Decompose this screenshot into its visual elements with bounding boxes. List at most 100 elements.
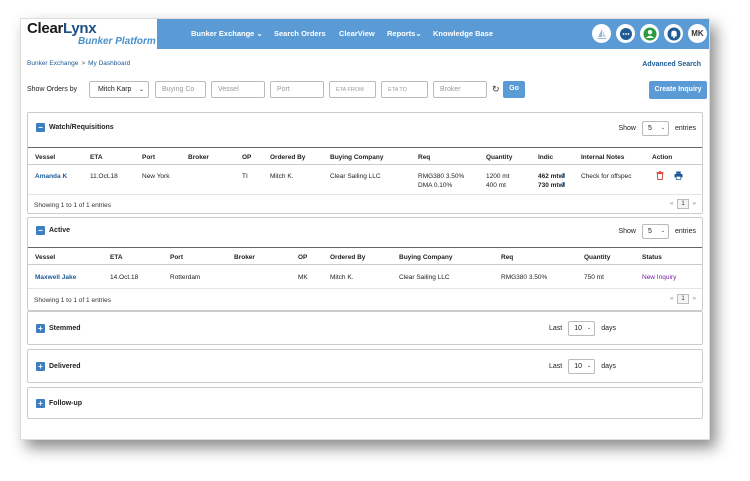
ordered-by-cell: Mitch K. bbox=[270, 173, 294, 180]
column-header[interactable]: OP bbox=[242, 154, 251, 161]
advanced-search-link[interactable]: Advanced Search bbox=[642, 61, 701, 68]
breadcrumb-current: My Dashboard bbox=[88, 60, 131, 67]
panel-title[interactable]: Stemmed bbox=[49, 325, 81, 332]
user-avatar[interactable]: MK bbox=[688, 24, 707, 43]
column-header[interactable]: Broker bbox=[188, 154, 209, 161]
panel-title[interactable]: Delivered bbox=[49, 363, 81, 370]
quantity-cell: 750 mt bbox=[584, 274, 604, 281]
column-header[interactable]: Internal Notes bbox=[581, 154, 624, 161]
status-badge[interactable]: New Inquiry bbox=[642, 273, 676, 282]
expand-icon[interactable]: + bbox=[36, 362, 45, 371]
quantity-cell: 1200 mt bbox=[486, 173, 510, 180]
collapse-icon[interactable]: − bbox=[36, 226, 45, 235]
trash-icon[interactable] bbox=[656, 171, 664, 182]
print-icon[interactable] bbox=[674, 171, 683, 182]
column-header[interactable]: Buying Company bbox=[330, 154, 383, 161]
column-header[interactable]: Broker bbox=[234, 254, 255, 261]
next-page-icon[interactable]: » bbox=[693, 201, 696, 207]
vessel-link[interactable]: Maxwell Jake bbox=[35, 273, 76, 282]
port-input[interactable]: Port bbox=[270, 81, 324, 98]
days-control: Last 10 ⌄ days bbox=[549, 358, 616, 374]
nav-clearview[interactable]: ClearView bbox=[339, 29, 375, 38]
table-header: Vessel ETA Port Broker OP Ordered By Buy… bbox=[28, 147, 702, 165]
chart-icon[interactable]: ▮ bbox=[562, 172, 565, 179]
entries-control: Show 5 ⌄ entries bbox=[618, 223, 696, 239]
chevron-down-icon: ⌄ bbox=[660, 227, 665, 234]
logo-wordmark: ClearLynx bbox=[27, 20, 97, 37]
entries-select[interactable]: 5 ⌄ bbox=[641, 223, 669, 239]
column-header[interactable]: Ordered By bbox=[330, 254, 365, 261]
column-header[interactable]: Port bbox=[142, 154, 155, 161]
nav-reports[interactable]: Reports⌄ bbox=[387, 29, 422, 38]
show-label: Show bbox=[618, 227, 636, 235]
column-header[interactable]: ETA bbox=[110, 254, 123, 261]
column-header[interactable]: Status bbox=[642, 254, 662, 261]
column-header[interactable]: Quantity bbox=[584, 254, 610, 261]
column-header[interactable]: Ordered By bbox=[270, 154, 305, 161]
logo[interactable]: ClearLynx Bunker Platform bbox=[21, 19, 157, 49]
chevron-down-icon: ⌄ bbox=[256, 29, 263, 38]
days-select[interactable]: 10 ⌄ bbox=[568, 320, 596, 336]
notes-cell: Check for offspec bbox=[581, 173, 632, 180]
pagination: « 1 » bbox=[670, 294, 696, 304]
nav-search-orders[interactable]: Search Orders bbox=[274, 29, 326, 38]
page-number[interactable]: 1 bbox=[677, 199, 689, 209]
column-header[interactable]: Vessel bbox=[35, 254, 55, 261]
go-button[interactable]: Go bbox=[503, 81, 525, 98]
top-bar: ClearLynx Bunker Platform Bunker Exchang… bbox=[21, 19, 709, 49]
collapse-icon[interactable]: − bbox=[36, 123, 45, 132]
panel-title[interactable]: Active bbox=[49, 227, 70, 234]
column-header[interactable]: Port bbox=[170, 254, 183, 261]
column-header[interactable]: Req bbox=[501, 254, 513, 261]
chat-icon[interactable] bbox=[616, 24, 635, 43]
expand-icon[interactable]: + bbox=[36, 324, 45, 333]
logo-subtitle: Bunker Platform bbox=[78, 36, 156, 47]
broker-input[interactable]: Broker bbox=[433, 81, 487, 98]
panel-title[interactable]: Watch/Requisitions bbox=[49, 124, 114, 131]
eta-to-input[interactable]: ETA TO bbox=[381, 81, 428, 98]
req-cell: DMA 0.10% bbox=[418, 182, 453, 189]
breadcrumb: Bunker Exchange > My Dashboard bbox=[27, 60, 130, 67]
buying-co-input[interactable]: Buying Co bbox=[155, 81, 206, 98]
vessel-link[interactable]: Amanda K bbox=[35, 172, 67, 181]
table-row[interactable]: Maxwell Jake 14.Oct.18 Rotterdam MK Mitc… bbox=[28, 265, 702, 289]
main-nav: Bunker Exchange ⌄ Search Orders ClearVie… bbox=[157, 19, 709, 49]
column-header[interactable]: Vessel bbox=[35, 154, 55, 161]
entries-select[interactable]: 5 ⌄ bbox=[641, 120, 669, 136]
column-header[interactable]: Action bbox=[652, 154, 672, 161]
reset-icon[interactable]: ↻ bbox=[492, 84, 500, 95]
entries-label: entries bbox=[674, 227, 696, 235]
table-row[interactable]: Amanda K 11.Oct.18 New York TI Mitch K. … bbox=[28, 165, 702, 195]
eta-from-input[interactable]: ETA FROM bbox=[329, 81, 376, 98]
column-header[interactable]: ETA bbox=[90, 154, 103, 161]
vessel-input[interactable]: Vessel bbox=[211, 81, 265, 98]
eta-cell: 11.Oct.18 bbox=[90, 173, 118, 180]
create-inquiry-button[interactable]: Create Inquiry bbox=[649, 81, 707, 99]
column-header[interactable]: OP bbox=[298, 254, 307, 261]
followup-panel: + Follow-up bbox=[27, 387, 703, 419]
days-select[interactable]: 10 ⌄ bbox=[568, 358, 596, 374]
prev-page-icon[interactable]: « bbox=[670, 296, 673, 302]
prev-page-icon[interactable]: « bbox=[670, 201, 673, 207]
user-profile-icon[interactable] bbox=[640, 24, 659, 43]
breadcrumb-root[interactable]: Bunker Exchange bbox=[27, 60, 78, 67]
page-number[interactable]: 1 bbox=[677, 294, 689, 304]
nav-bunker-exchange[interactable]: Bunker Exchange ⌄ bbox=[191, 29, 263, 38]
bell-icon[interactable] bbox=[664, 24, 683, 43]
column-header[interactable]: Req bbox=[418, 154, 430, 161]
ship-icon[interactable] bbox=[592, 24, 611, 43]
expand-icon[interactable]: + bbox=[36, 399, 45, 408]
op-cell: TI bbox=[242, 173, 248, 180]
nav-knowledge-base[interactable]: Knowledge Base bbox=[433, 29, 493, 38]
chart-icon[interactable]: ▮ bbox=[562, 181, 565, 188]
panel-title[interactable]: Follow-up bbox=[49, 400, 82, 407]
column-header[interactable]: Indic bbox=[538, 154, 553, 161]
table-header: Vessel ETA Port Broker OP Ordered By Buy… bbox=[28, 247, 702, 265]
days-label: days bbox=[601, 324, 616, 332]
user-select[interactable]: Mitch Karp ⌄ bbox=[89, 81, 149, 98]
column-header[interactable]: Buying Company bbox=[399, 254, 452, 261]
next-page-icon[interactable]: » bbox=[693, 296, 696, 302]
ordered-by-cell: Mitch K. bbox=[330, 274, 354, 281]
column-header[interactable]: Quantity bbox=[486, 154, 512, 161]
port-cell: Rotterdam bbox=[170, 274, 201, 281]
